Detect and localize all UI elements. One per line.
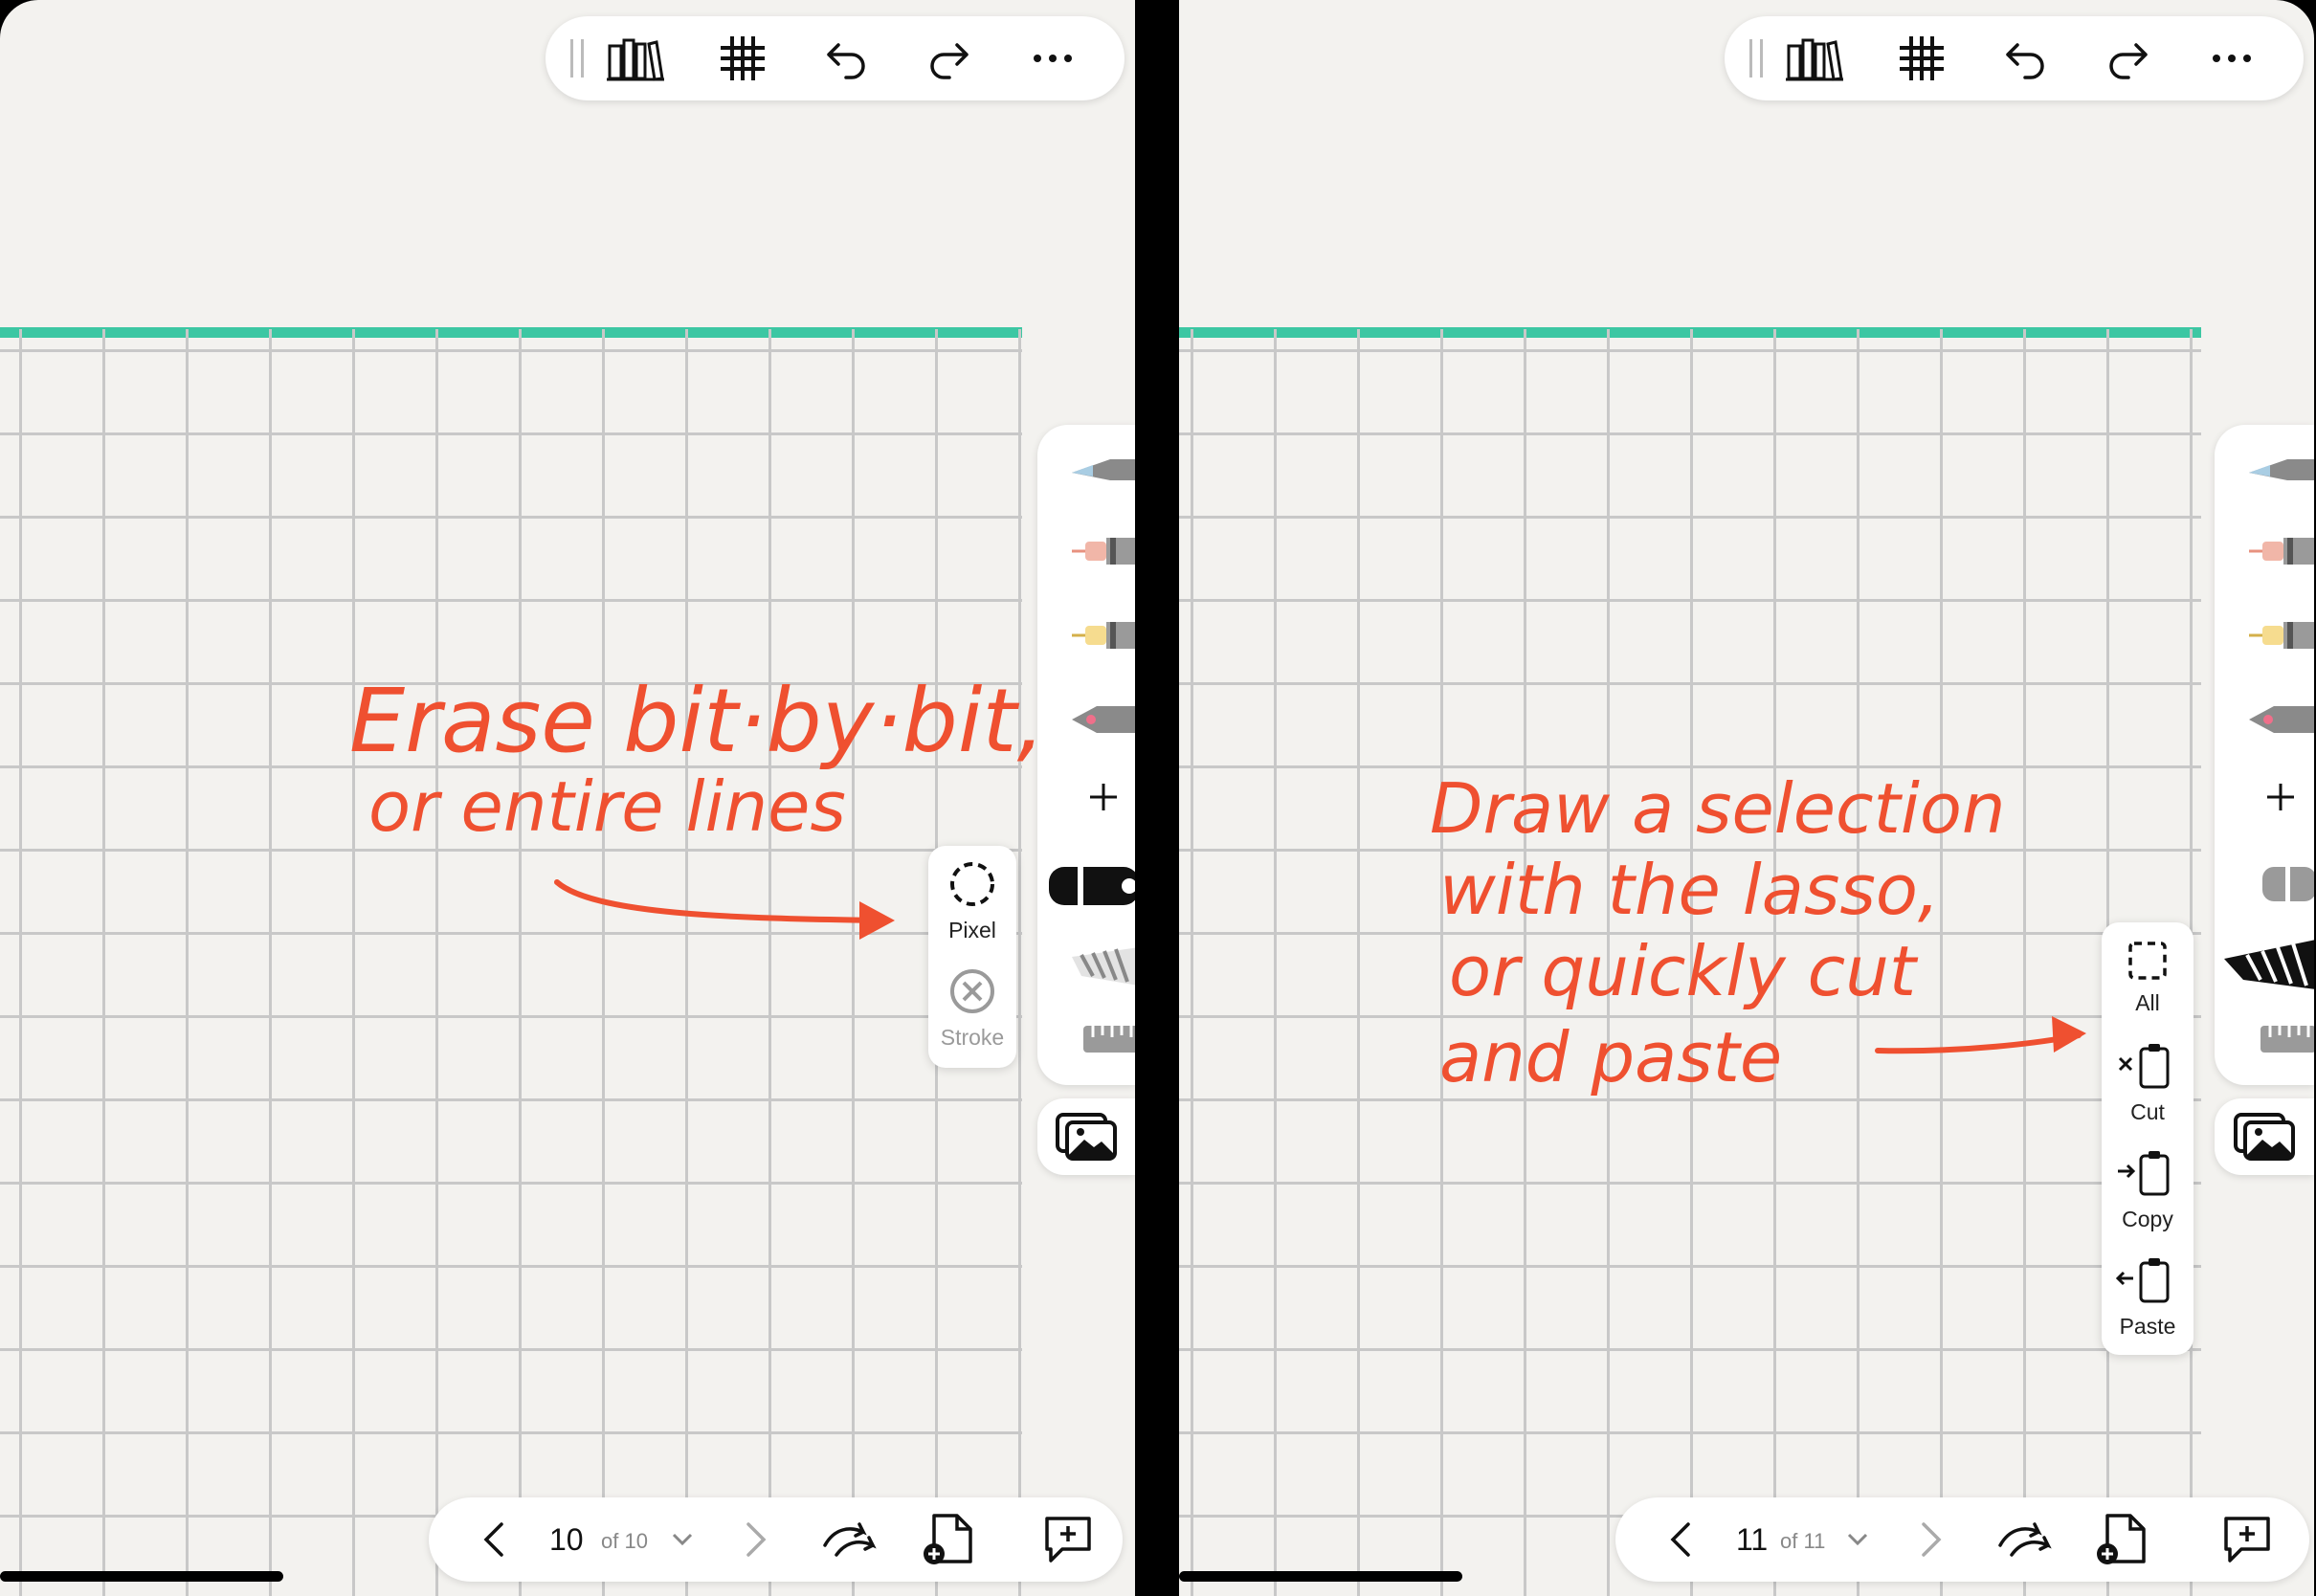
copy-clipboard-icon xyxy=(2118,1151,2170,1196)
tool-rail xyxy=(2215,425,2314,1085)
cut-label: Cut xyxy=(2130,1099,2165,1124)
library-icon[interactable] xyxy=(607,30,664,87)
pen-pink-tool[interactable] xyxy=(2249,528,2314,572)
chevron-left-icon xyxy=(1670,1522,1690,1557)
circle-x-icon xyxy=(950,969,994,1013)
add-page-icon xyxy=(924,1514,972,1564)
bottom-page-bar: 11 of 11 xyxy=(1615,1497,2309,1582)
pen-yellow-tool[interactable] xyxy=(1072,612,1135,656)
next-page-button[interactable] xyxy=(1912,1513,1950,1566)
chevron-right-icon xyxy=(746,1522,767,1557)
dashed-square-icon xyxy=(2128,942,2167,980)
eraser-tool-selected[interactable] xyxy=(1049,861,1135,911)
previous-page-button[interactable] xyxy=(475,1513,513,1566)
ruler-tool[interactable] xyxy=(2249,1018,2314,1062)
comment-button[interactable] xyxy=(2220,1513,2274,1566)
add-comment-icon xyxy=(2224,1517,2270,1563)
dashed-circle-icon xyxy=(950,862,994,906)
images-icon xyxy=(2234,1113,2295,1161)
grid-icon[interactable] xyxy=(1893,30,1950,87)
toolbar-grip-handle[interactable] xyxy=(1749,39,1763,78)
chevron-right-icon xyxy=(1922,1522,1942,1557)
add-page-button[interactable] xyxy=(921,1513,974,1566)
cut-clipboard-icon xyxy=(2118,1044,2170,1089)
current-page-number[interactable]: 10 xyxy=(549,1522,584,1558)
pen-pink-tool[interactable] xyxy=(1072,528,1135,572)
pencil-tool[interactable] xyxy=(2249,442,2314,486)
pen-yellow-tool[interactable] xyxy=(2249,612,2314,656)
chevron-down-icon xyxy=(672,1533,693,1546)
previous-page-button[interactable] xyxy=(1661,1513,1700,1566)
images-icon xyxy=(1056,1113,1117,1161)
add-tool-icon[interactable] xyxy=(2264,781,2314,825)
grid-paper[interactable] xyxy=(1179,329,2201,1596)
current-page-number[interactable]: 11 xyxy=(1736,1522,1768,1558)
tool-rail xyxy=(1037,425,1135,1085)
home-indicator[interactable] xyxy=(0,1571,283,1582)
pixel-eraser-option[interactable]: Pixel xyxy=(928,859,1016,943)
grid-icon[interactable] xyxy=(714,30,771,87)
undo-icon[interactable] xyxy=(1996,30,2054,87)
stroke-label: Stroke xyxy=(940,1025,1005,1050)
top-toolbar xyxy=(1725,16,2304,100)
home-indicator[interactable] xyxy=(1179,1571,1462,1582)
right-screen: Draw a selection with the lasso, or quic… xyxy=(1179,0,2314,1596)
undo-icon[interactable] xyxy=(817,30,875,87)
more-icon[interactable] xyxy=(1024,30,1081,87)
copy-label: Copy xyxy=(2122,1207,2173,1231)
insert-image-button[interactable] xyxy=(2215,1098,2314,1175)
add-tool-icon[interactable] xyxy=(1087,781,1135,825)
left-screen: Erase bit·by·bit, or entire lines Pixel … xyxy=(0,0,1135,1596)
toolbar-grip-handle[interactable] xyxy=(570,39,584,78)
copy-option[interactable]: Copy xyxy=(2102,1148,2194,1232)
stroke-eraser-option[interactable]: Stroke xyxy=(928,966,1016,1051)
paste-option[interactable]: Paste xyxy=(2102,1255,2194,1340)
comment-button[interactable] xyxy=(1041,1513,1095,1566)
page-dropdown-button[interactable] xyxy=(668,1513,697,1566)
page-total: of 10 xyxy=(601,1529,648,1553)
select-all-option[interactable]: All xyxy=(2102,940,2194,1016)
eraser-mode-menu: Pixel Stroke xyxy=(928,846,1016,1068)
lasso-action-menu: All Cut Copy Paste xyxy=(2102,922,2194,1355)
lasso-tool-selected[interactable] xyxy=(2224,938,2314,991)
all-label: All xyxy=(2135,990,2160,1015)
pixel-label: Pixel xyxy=(948,918,996,942)
redo-icon[interactable] xyxy=(921,30,978,87)
paste-clipboard-icon xyxy=(2115,1258,2170,1303)
fountain-pen-tool[interactable] xyxy=(2249,695,2314,739)
chevron-left-icon xyxy=(483,1522,503,1557)
ruler-tool[interactable] xyxy=(1072,1018,1135,1062)
more-icon[interactable] xyxy=(2203,30,2260,87)
paste-label: Paste xyxy=(2119,1314,2176,1339)
page-dropdown-button[interactable] xyxy=(1843,1513,1872,1566)
swap-arrows-icon xyxy=(823,1522,877,1557)
top-toolbar xyxy=(546,16,1125,100)
pencil-tool[interactable] xyxy=(1072,442,1135,486)
library-icon[interactable] xyxy=(1786,30,1843,87)
add-page-button[interactable] xyxy=(2094,1513,2148,1566)
next-page-button[interactable] xyxy=(737,1513,775,1566)
add-comment-icon xyxy=(1045,1517,1091,1563)
page-swap-button[interactable] xyxy=(1994,1513,2054,1566)
cut-option[interactable]: Cut xyxy=(2102,1041,2194,1125)
chevron-down-icon xyxy=(1847,1533,1868,1546)
page-total: of 11 xyxy=(1780,1529,1826,1553)
eraser-tool[interactable] xyxy=(2249,865,2314,909)
add-page-icon xyxy=(2097,1514,2146,1564)
page-swap-button[interactable] xyxy=(819,1513,879,1566)
grid-paper[interactable] xyxy=(0,329,1022,1596)
fountain-pen-tool[interactable] xyxy=(1072,695,1135,739)
bottom-page-bar: 10 of 10 xyxy=(429,1497,1123,1582)
redo-icon[interactable] xyxy=(2100,30,2157,87)
insert-image-button[interactable] xyxy=(1037,1098,1135,1175)
lasso-tool[interactable] xyxy=(1072,947,1135,991)
swap-arrows-icon xyxy=(1998,1522,2052,1557)
